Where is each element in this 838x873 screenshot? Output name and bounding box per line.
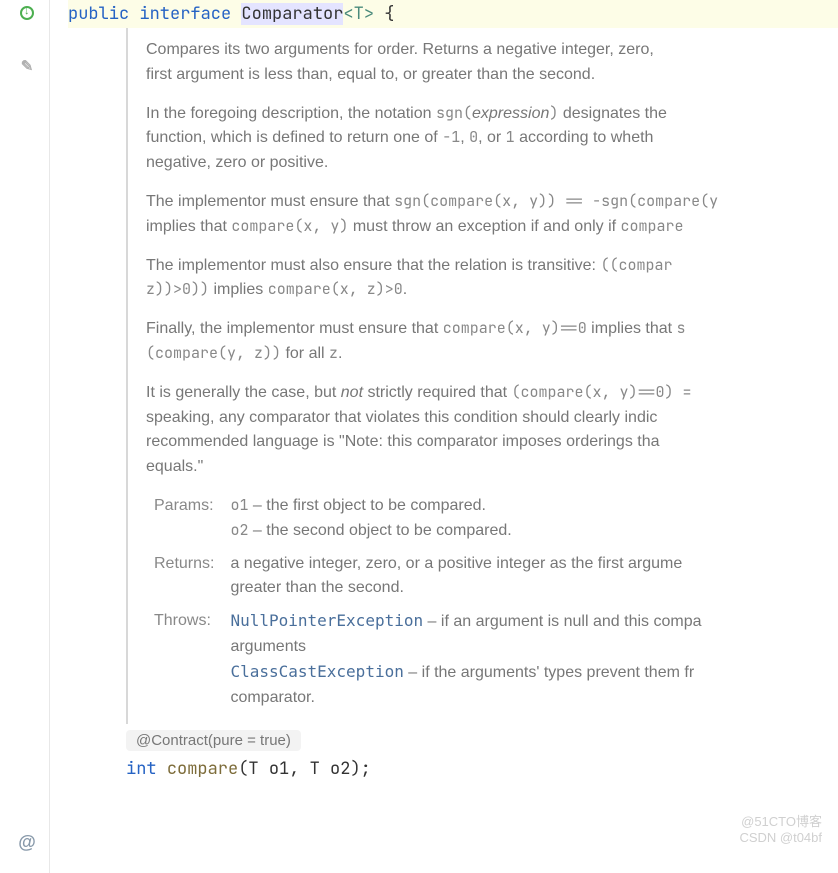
doc-returns-row: Returns: a negative integer, zero, or a … [154,552,838,602]
doc-note: It is generally the case, but not strict… [146,381,838,480]
link-nullpointerexception[interactable]: NullPointerException [230,611,423,630]
javadoc-rendered: Compares its two arguments for order. Re… [126,28,838,724]
params-label: Params: [154,494,226,519]
keyword-interface: interface [139,3,231,25]
method-name: compare [167,758,238,780]
contract-annotation: @Contract(pure = true) [126,730,301,751]
doc-sgn-paragraph: In the foregoing description, the notati… [146,102,838,176]
override-indicator-icon[interactable] [18,6,36,24]
interface-declaration-line[interactable]: public interface Comparator<T> { [68,0,838,28]
doc-implementor-1: The implementor must ensure that sgn(com… [146,190,838,240]
link-classcastexception[interactable]: ClassCastException [230,662,403,681]
editor-content[interactable]: public interface Comparator<T> { Compare… [50,0,838,783]
return-type: int [126,758,157,780]
annotation-at-icon[interactable]: @ [18,832,36,853]
generic-param: <T> [343,3,374,25]
returns-label: Returns: [154,552,226,577]
edit-pencil-icon[interactable]: ✎ [18,57,36,75]
type-name: Comparator [241,3,343,25]
doc-summary: Compares its two arguments for order. Re… [146,38,838,88]
doc-params-row: Params: o1 – the first object to be comp… [154,494,838,544]
editor-gutter: ✎ @ [0,0,50,873]
keyword-public: public [68,3,129,25]
watermark-text: @51CTO博客 CSDN @t04bf [739,811,822,845]
doc-implementor-2: The implementor must also ensure that th… [146,254,838,304]
doc-tags: Params: o1 – the first object to be comp… [154,494,838,710]
doc-implementor-3: Finally, the implementor must ensure tha… [146,317,838,367]
doc-throws-row: Throws: NullPointerException – if an arg… [154,609,838,710]
brace: { [374,3,394,25]
throws-label: Throws: [154,609,226,634]
method-signature-line[interactable]: int compare(T o1, T o2); [126,755,838,783]
